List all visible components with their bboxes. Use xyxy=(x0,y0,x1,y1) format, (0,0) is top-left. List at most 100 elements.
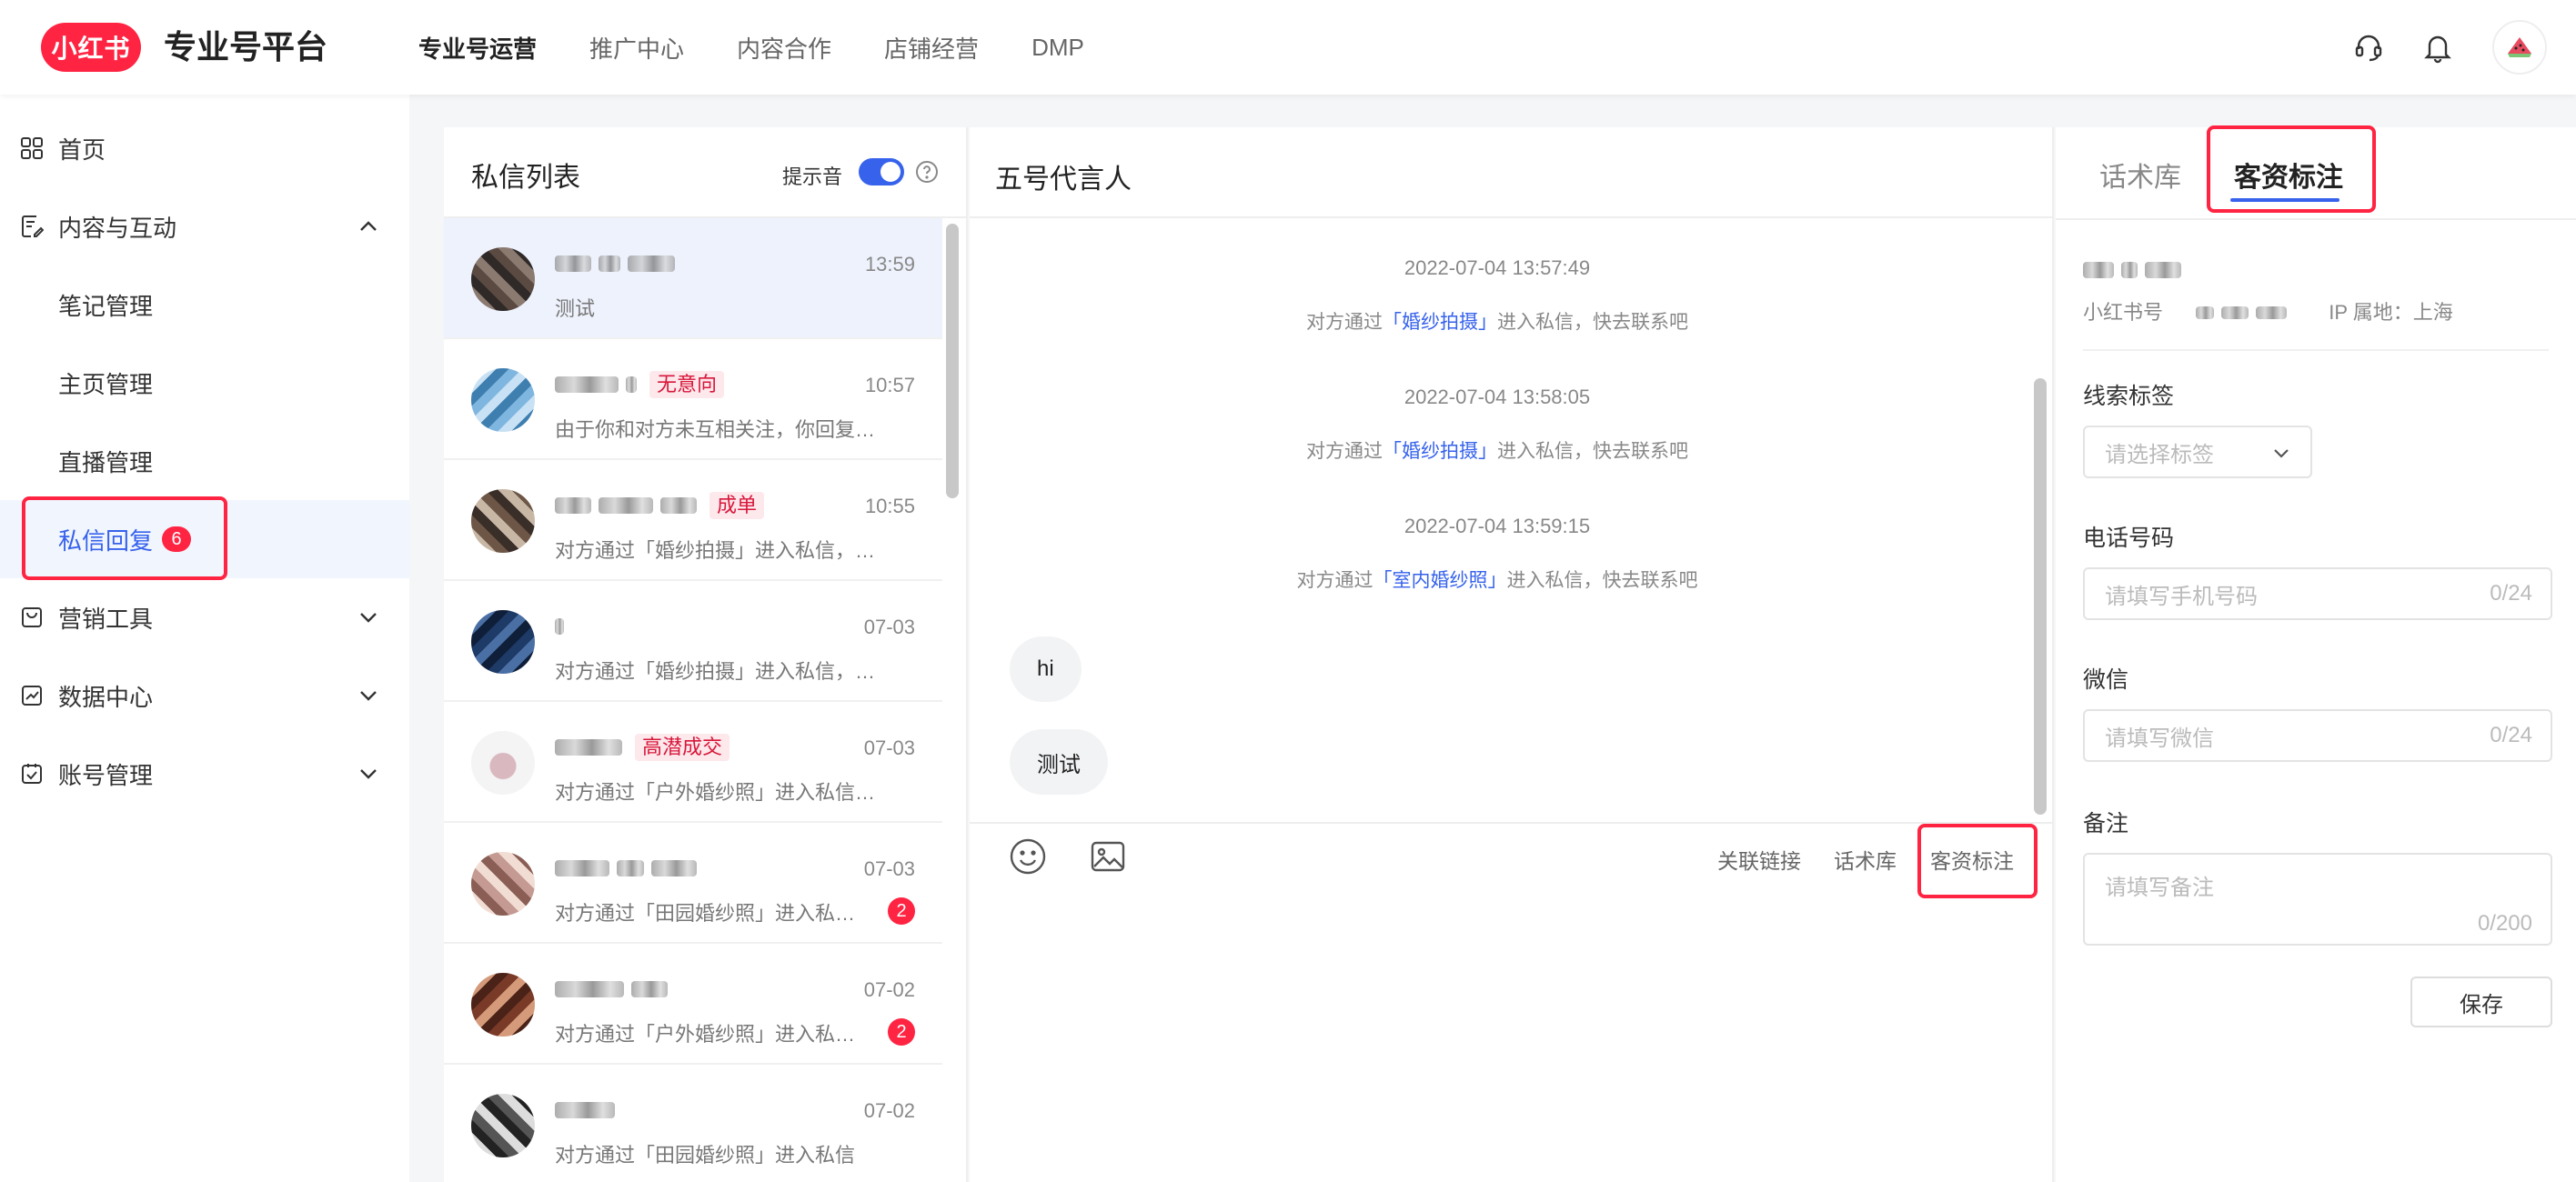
sidebar-item-homepage[interactable]: 主页管理 xyxy=(0,344,409,422)
customer-name xyxy=(2083,262,2189,282)
customer-id-label: 小红书号 xyxy=(2083,301,2164,324)
lead-tag-select[interactable]: 请选择标签 xyxy=(2083,426,2312,478)
source-note-link[interactable]: 「室内婚纱照」 xyxy=(1374,570,1507,591)
tab-lead-annotation[interactable]: 客资标注 xyxy=(2234,155,2343,195)
remark-label: 备注 xyxy=(2083,811,2129,836)
sidebar-item-home[interactable]: 首页 xyxy=(0,109,409,187)
event-timestamp: 2022-07-04 13:58:05 xyxy=(1404,386,1591,408)
lead-annotation-button[interactable]: 客资标注 xyxy=(1930,844,2014,875)
conversation-preview: 对方通过「户外婚纱照」进入私信，快去联系吧 xyxy=(555,781,893,804)
system-message-text: 进入私信，快去联系吧 xyxy=(1497,312,1688,333)
nav-store-operation[interactable]: 店铺经营 xyxy=(884,31,979,65)
conversation-preview: 对方通过「田园婚纱照」进入私信 xyxy=(555,1144,856,1167)
unread-count-badge: 2 xyxy=(888,897,915,925)
contact-name xyxy=(555,977,675,1002)
xiaohongshu-logo[interactable]: 小红书 xyxy=(41,23,141,72)
phone-label: 电话号码 xyxy=(2083,526,2175,551)
wechat-char-count: 0/24 xyxy=(2490,723,2532,747)
user-avatar[interactable] xyxy=(2492,20,2547,75)
lead-tag: 高潜成交 xyxy=(635,734,730,761)
dm-list-header: 私信列表 提示音 xyxy=(444,127,966,218)
sound-toggle-label: 提示音 xyxy=(782,165,843,188)
conversation-item[interactable]: 07-02 对方通过「田园婚纱照」进入私信 xyxy=(444,1065,942,1182)
contact-avatar xyxy=(471,852,535,916)
contact-avatar xyxy=(471,489,535,553)
chat-contact-title: 五号代言人 xyxy=(995,165,1132,195)
contact-name xyxy=(555,856,704,881)
nav-content-cooperation[interactable]: 内容合作 xyxy=(737,31,831,65)
event-timestamp: 2022-07-04 13:57:49 xyxy=(1404,256,1591,279)
sidebar-item-data-center[interactable]: 数据中心 xyxy=(0,656,409,735)
script-library-button[interactable]: 话术库 xyxy=(1834,844,1897,875)
customer-ip-location: IP 属地：上海 xyxy=(2329,301,2453,324)
contact-avatar xyxy=(471,368,535,432)
bell-icon[interactable] xyxy=(2416,25,2460,69)
conversation-time: 13:59 xyxy=(864,253,915,275)
lead-tag-label: 线索标签 xyxy=(2083,384,2175,409)
sidebar-item-account[interactable]: 账号管理 xyxy=(0,735,409,813)
chevron-down-icon xyxy=(2274,449,2289,458)
sidebar-item-live[interactable]: 直播管理 xyxy=(0,422,409,500)
help-icon[interactable] xyxy=(915,160,939,184)
conversation-time: 07-03 xyxy=(863,736,915,759)
conversation-time: 07-02 xyxy=(863,978,915,1001)
conversation-item[interactable]: 13:59 测试 xyxy=(444,218,942,339)
wechat-placeholder: 请填写微信 xyxy=(2105,726,2214,751)
section-divider xyxy=(2083,349,2549,351)
remark-placeholder: 请填写备注 xyxy=(2105,876,2214,900)
chat-panel: 五号代言人 2022-07-04 13:57:49 对方通过「婚纱拍摄」进入私信… xyxy=(970,127,2054,1182)
image-icon[interactable] xyxy=(1088,836,1128,876)
conversation-item[interactable]: 07-03 对方通过「田园婚纱照」进入私信，快去联系吧 2 xyxy=(444,823,942,944)
event-timestamp: 2022-07-04 13:59:15 xyxy=(1404,515,1591,537)
chat-scrollbar[interactable] xyxy=(2034,378,2047,815)
related-link-button[interactable]: 关联链接 xyxy=(1717,844,1801,875)
contact-avatar xyxy=(471,731,535,795)
conversation-item[interactable]: 07-02 对方通过「户外婚纱照」进入私信，快去联系吧 2 xyxy=(444,944,942,1065)
sidebar-item-content-interaction[interactable]: 内容与互动 xyxy=(0,187,409,265)
conversation-item[interactable]: 高潜成交 07-03 对方通过「户外婚纱照」进入私信，快去联系吧 xyxy=(444,702,942,823)
conversation-time: 10:57 xyxy=(864,374,915,396)
grid-icon xyxy=(21,137,43,159)
sidebar-item-marketing-tools[interactable]: 营销工具 xyxy=(0,578,409,656)
nav-dmp[interactable]: DMP xyxy=(1031,34,1084,62)
contact-avatar xyxy=(471,973,535,1037)
emoji-icon[interactable] xyxy=(1008,836,1048,876)
conversation-time: 07-02 xyxy=(863,1099,915,1122)
conversation-item[interactable]: 无意向 10:57 由于你和对方未互相关注，你回复之前，对方最多只能发送1条消息 xyxy=(444,339,942,460)
system-message-text: 对方通过 xyxy=(1306,312,1383,333)
clipboard-check-icon xyxy=(22,764,42,784)
top-nav: 专业号运营 推广中心 内容合作 店铺经营 DMP xyxy=(418,0,1137,95)
dm-list-scrollbar[interactable] xyxy=(946,224,959,498)
headset-icon[interactable] xyxy=(2347,25,2390,69)
conversation-preview: 由于你和对方未互相关注，你回复之前，对方最多只能发送1条消息 xyxy=(555,418,893,441)
chevron-down-icon[interactable] xyxy=(357,606,380,629)
composer-divider xyxy=(970,822,2054,824)
remark-textarea[interactable]: 请填写备注 0/200 xyxy=(2083,853,2552,946)
wechat-input[interactable]: 请填写微信 0/24 xyxy=(2083,709,2552,762)
chevron-down-icon[interactable] xyxy=(357,684,380,707)
sidebar-item-label: 账号管理 xyxy=(58,761,154,789)
sidebar-item-notes[interactable]: 笔记管理 xyxy=(0,265,409,344)
right-panel: 话术库 客资标注 小红书号 IP 属地：上海 线索标签 请选择标签 电话号码 请… xyxy=(2056,127,2576,1182)
chevron-up-icon[interactable] xyxy=(357,215,380,238)
conversation-time: 07-03 xyxy=(863,616,915,638)
chevron-down-icon[interactable] xyxy=(357,762,380,786)
conversation-preview: 对方通过「婚纱拍摄」进入私信，快去联系吧 xyxy=(555,539,893,562)
sidebar-item-dm-reply[interactable]: 私信回复 6 xyxy=(0,500,409,578)
contact-name xyxy=(555,251,682,276)
bag-icon xyxy=(22,607,42,627)
phone-input[interactable]: 请填写手机号码 0/24 xyxy=(2083,567,2552,620)
tab-script-library[interactable]: 话术库 xyxy=(2099,155,2181,195)
chat-header: 五号代言人 xyxy=(970,127,2054,218)
source-note-link[interactable]: 「婚纱拍摄」 xyxy=(1383,441,1497,462)
conversation-item[interactable]: 07-03 对方通过「婚纱拍摄」进入私信，快去联系吧 xyxy=(444,581,942,702)
nav-professional-ops[interactable]: 专业号运营 xyxy=(418,31,537,65)
remark-char-count: 0/200 xyxy=(2477,911,2532,936)
nav-promotion-center[interactable]: 推广中心 xyxy=(589,31,684,65)
sound-toggle[interactable] xyxy=(859,158,904,185)
source-note-link[interactable]: 「婚纱拍摄」 xyxy=(1383,312,1497,333)
system-message: 对方通过「婚纱拍摄」进入私信，快去联系吧 xyxy=(970,436,2025,464)
save-button[interactable]: 保存 xyxy=(2410,977,2552,1027)
phone-char-count: 0/24 xyxy=(2490,581,2532,606)
conversation-item[interactable]: 成单 10:55 对方通过「婚纱拍摄」进入私信，快去联系吧 xyxy=(444,460,942,581)
